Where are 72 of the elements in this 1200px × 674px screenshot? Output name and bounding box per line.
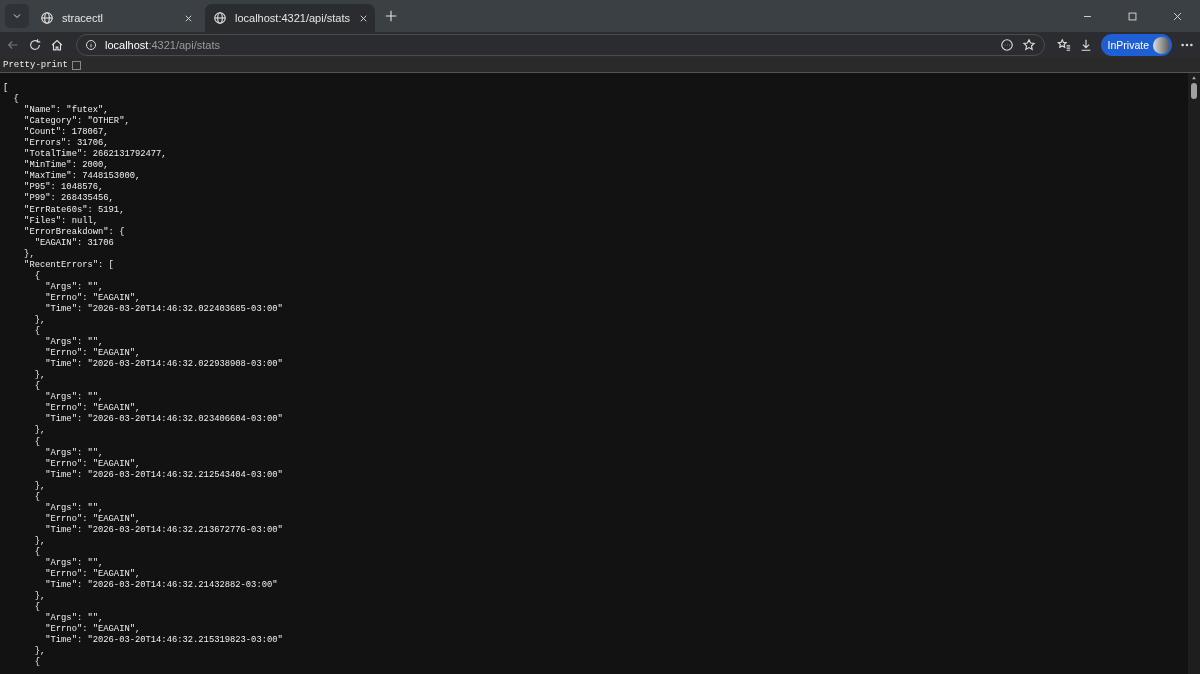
globe-icon: [40, 11, 54, 25]
code-line: "Time": "2026-03-20T14:46:32.022403685-03:00": [44, 303, 283, 315]
code-line: },: [33, 425, 46, 437]
code-line: "Errno": "EAGAIN",: [44, 348, 141, 359]
code-line: {: [33, 326, 40, 338]
code-line: },: [23, 248, 35, 260]
inprivate-button[interactable]: InPrivate: [1100, 34, 1172, 56]
code-line: [: [3, 83, 9, 95]
code-line: },: [33, 591, 46, 602]
code-line: "Time": "2026-03-20T14:46:32.215319823-03:00": [44, 635, 283, 647]
more-options-icon[interactable]: [999, 38, 1014, 52]
code-line: "P99": 268435456,: [23, 193, 114, 205]
home-icon[interactable]: [50, 38, 64, 52]
code-line: },: [33, 480, 46, 492]
back-arrow-icon[interactable]: [6, 38, 20, 52]
scroll-up-icon[interactable]: [1190, 75, 1198, 81]
code-line: "Time": "2026-03-20T14:46:32.21432882-03:00": [44, 580, 278, 592]
code-line: "Errno": "EAGAIN",: [44, 513, 141, 525]
scrollbar[interactable]: [1188, 73, 1200, 674]
code-line: "ErrRate60s": 5191,: [23, 204, 125, 216]
code-line: "Args": "",: [44, 281, 104, 293]
code-line: {: [33, 602, 40, 614]
refresh-icon[interactable]: [28, 38, 42, 52]
code-line: "EAGAIN": 31706: [33, 237, 114, 249]
browser-tab[interactable]: localhost:4321/api/stats: [205, 4, 375, 32]
code-line: "Errno": "EAGAIN",: [44, 569, 141, 580]
code-line: },: [33, 535, 46, 547]
code-line: },: [33, 370, 46, 381]
code-line: "MinTime": 2000,: [23, 160, 109, 171]
code-line: "Time": "2026-03-20T14:46:32.023406604-03:00": [44, 414, 283, 426]
code-line: {: [33, 381, 40, 393]
code-line: "Errno": "EAGAIN",: [44, 458, 141, 470]
code-line: {: [33, 546, 40, 558]
star-icon[interactable]: [1021, 38, 1036, 52]
code-line: "Args": "",: [44, 613, 104, 624]
avatar-icon: [1153, 36, 1170, 54]
globe-icon: [213, 11, 227, 25]
code-line: "Files": null,: [23, 215, 99, 227]
code-line: },: [33, 646, 46, 657]
new-tab-icon[interactable]: [384, 9, 398, 23]
code-line: "Errno": "EAGAIN",: [44, 403, 141, 414]
code-line: {: [33, 270, 40, 282]
code-line: {: [33, 657, 40, 669]
code-line: "Args": "",: [44, 337, 104, 348]
code-line: "Time": "2026-03-20T14:46:32.212543404-03:00": [44, 469, 283, 481]
code-line: "Category": "OTHER",: [23, 116, 130, 127]
code-line: "Count": 178067,: [23, 127, 109, 138]
code-line: "Errno": "EAGAIN",: [44, 292, 141, 304]
code-line: "Time": "2026-03-20T14:46:32.213672776-03:00": [44, 524, 283, 536]
code-line: "TotalTime": 2662131792477,: [23, 149, 167, 160]
code-line: "RecentErrors": [: [23, 259, 114, 271]
code-line: "Args": "",: [44, 447, 104, 459]
scrollbar-thumb[interactable]: [1191, 83, 1197, 99]
pretty-print-checkbox[interactable]: [71, 60, 81, 70]
code-line: "Errors": 31706,: [23, 138, 109, 149]
code-line: "Args": "",: [44, 558, 104, 569]
code-line: "ErrorBreakdown": {: [23, 226, 125, 238]
info-icon[interactable]: [85, 39, 97, 51]
pretty-print-label: Pretty-print: [3, 60, 68, 70]
code-line: "P95": 1048576,: [23, 182, 104, 193]
code-line: "Errno": "EAGAIN",: [44, 624, 141, 635]
code-line: "Name": "futex",: [23, 105, 109, 116]
code-line: },: [33, 315, 46, 326]
code-line: "Args": "",: [44, 502, 104, 514]
code-line: "Time": "2026-03-20T14:46:32.022938908-03:00": [44, 359, 283, 371]
code-line: {: [33, 436, 40, 448]
favorites-icon[interactable]: [1056, 38, 1071, 52]
code-line: "MaxTime": 7448153000,: [23, 171, 141, 182]
code-line: "Args": "",: [44, 392, 104, 403]
browser-tab[interactable]: stracectl: [32, 4, 202, 32]
code-line: {: [33, 491, 40, 503]
code-line: {: [12, 94, 19, 106]
